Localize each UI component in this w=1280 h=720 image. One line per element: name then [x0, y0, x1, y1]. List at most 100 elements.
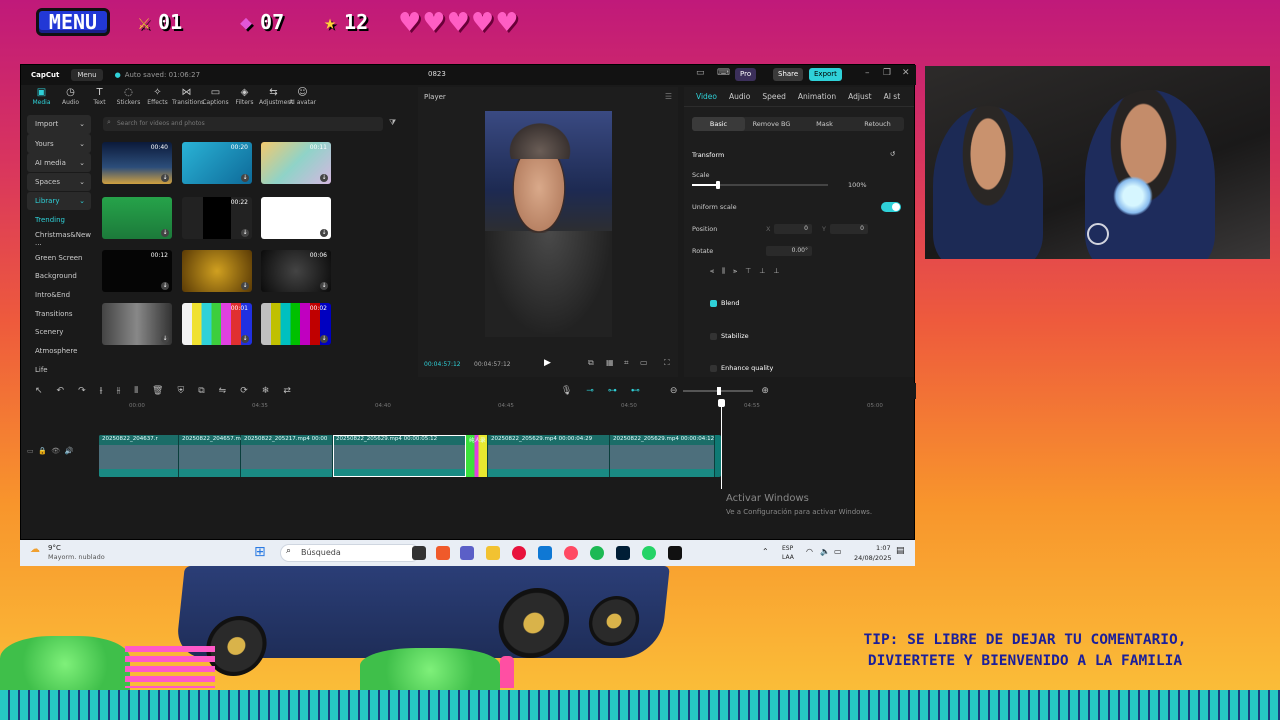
timeline-clip[interactable]: 20250822_204657.m [179, 435, 241, 477]
subtab-retouch[interactable]: Retouch [851, 117, 904, 131]
clock-time[interactable]: 1:07 [876, 544, 891, 552]
align-bottom-icon[interactable]: ⊥ [773, 267, 779, 279]
zoom-out-icon[interactable]: ⊖ [670, 386, 678, 396]
outlook-icon[interactable] [538, 546, 552, 560]
blend-checkbox[interactable] [710, 300, 717, 307]
subtab-basic[interactable]: Basic [692, 117, 745, 131]
link-icon[interactable]: ⊶ [608, 386, 617, 396]
tray-chevron-icon[interactable]: ⌃ [762, 547, 769, 556]
clock-date[interactable]: 24/08/2025 [854, 554, 891, 562]
preview-axis-icon[interactable]: ⊷ [631, 386, 640, 396]
crop-icon[interactable]: ⧉ [588, 358, 594, 368]
tool-adjustment[interactable]: ⇆ Adjustment [259, 87, 293, 109]
main-video-track[interactable]: 20250822_204637.r 20250822_204657.m 202508… [99, 435, 721, 477]
download-icon[interactable]: ↓ [161, 174, 169, 182]
select-tool-icon[interactable]: ↖ [35, 386, 43, 396]
ratio-icon[interactable]: ▭ [640, 358, 648, 367]
timeline-clip[interactable]: 纯人录 [466, 435, 488, 477]
maximize-icon[interactable]: ❐ [883, 68, 891, 78]
tab-ai-style[interactable]: AI st [884, 92, 901, 101]
enhance-label[interactable]: Enhance quality [721, 364, 773, 372]
subtab-mask[interactable]: Mask [798, 117, 851, 131]
undo-icon[interactable]: ↶ [57, 386, 65, 396]
audio-icon[interactable]: 🔊 [65, 447, 74, 455]
align-right-icon[interactable]: ⫸ [733, 267, 737, 279]
media-thumbnail[interactable]: 00:06 ↓ [261, 250, 331, 292]
windows-start-icon[interactable]: ⊞ [254, 544, 266, 560]
sidebar-item-life[interactable]: Life [27, 360, 91, 379]
tool-audio[interactable]: ◷ Audio [56, 87, 85, 109]
teams-icon[interactable] [460, 546, 474, 560]
download-icon[interactable]: ↓ [161, 282, 169, 290]
tab-adjust[interactable]: Adjust [848, 92, 871, 101]
crop-icon[interactable]: ⧉ [198, 386, 204, 396]
wifi-icon[interactable]: ◠ [806, 547, 813, 556]
keyboard-icon[interactable]: ⌨ [717, 68, 730, 78]
menu-dropdown[interactable]: Menu [71, 69, 103, 81]
subtab-remove-bg[interactable]: Remove BG [745, 117, 798, 131]
download-icon[interactable]: ↓ [320, 174, 328, 182]
zoom-in-icon[interactable]: ⊕ [761, 386, 769, 396]
tool-captions[interactable]: ▭ Captions [201, 87, 230, 109]
taskbar-search[interactable]: Búsqueda [280, 544, 420, 562]
align-top-icon[interactable]: ⊤ [745, 267, 751, 279]
download-icon[interactable]: ↓ [241, 229, 249, 237]
playhead[interactable] [718, 399, 725, 489]
sidebar-import[interactable]: Import ⌄ [27, 115, 91, 134]
menu-button[interactable]: MENU [36, 8, 110, 36]
spotify-icon[interactable] [590, 546, 604, 560]
media-thumbnail[interactable]: ↓ [102, 197, 172, 239]
download-icon[interactable]: ↓ [320, 282, 328, 290]
timeline-ruler[interactable]: 00:00 04:35 04:40 04:45 04:50 04:55 05:00 [99, 399, 916, 413]
whatsapp-icon[interactable] [642, 546, 656, 560]
mic-icon[interactable]: 🎙 [561, 386, 572, 396]
sidebar-yours[interactable]: Yours ⌄ [27, 134, 91, 153]
scale-slider-handle[interactable] [716, 181, 720, 189]
opera-icon[interactable] [512, 546, 526, 560]
reverse-icon[interactable]: ⇄ [283, 386, 291, 396]
player-menu-icon[interactable]: ☰ [665, 92, 672, 101]
media-thumbnail[interactable]: ↓ [102, 303, 172, 345]
photoshop-icon[interactable] [616, 546, 630, 560]
tool-ai-avatar[interactable]: ☺ AI avatar [288, 87, 317, 109]
split-left-icon[interactable]: ⫳ [117, 386, 121, 396]
volume-icon[interactable]: 🔈 [820, 547, 830, 556]
tool-transitions[interactable]: ⋈ Transitions [172, 87, 204, 109]
mirror-icon[interactable]: ⇋ [219, 386, 227, 396]
zoom-slider[interactable] [683, 387, 754, 395]
capcut-taskbar-icon[interactable] [668, 546, 682, 560]
split-icon[interactable]: ⫲ [100, 386, 103, 396]
tool-filters[interactable]: ◈ Filters [230, 87, 259, 109]
explorer-icon[interactable] [486, 546, 500, 560]
download-icon[interactable]: ↓ [320, 229, 328, 237]
tab-animation[interactable]: Animation [798, 92, 836, 101]
sidebar-item-intro-end[interactable]: Intro&End [27, 286, 91, 305]
enhance-checkbox[interactable] [710, 365, 717, 372]
blend-label[interactable]: Blend [721, 299, 740, 307]
focus-icon[interactable]: ⌗ [624, 358, 629, 368]
cover-icon[interactable]: ▭ [27, 447, 34, 455]
sidebar-library[interactable]: Library ⌄ [27, 191, 91, 211]
lock-icon[interactable]: 🔒 [38, 447, 47, 455]
media-thumbnail[interactable]: ↓ [261, 197, 331, 239]
media-thumbnail[interactable]: 00:22 ↓ [182, 197, 252, 239]
scale-value[interactable]: 100% [848, 181, 867, 189]
sidebar-item-atmosphere[interactable]: Atmosphere [27, 342, 91, 361]
stabilize-checkbox[interactable] [710, 333, 717, 340]
rotate-icon[interactable]: ⟳ [240, 386, 248, 396]
media-thumbnail[interactable]: ↓ [182, 250, 252, 292]
scale-slider[interactable] [692, 181, 828, 189]
weather-icon[interactable]: ☁ [30, 544, 40, 555]
sidebar-item-background[interactable]: Background [27, 267, 91, 286]
tab-video[interactable]: Video [696, 92, 717, 101]
download-icon[interactable]: ↓ [241, 282, 249, 290]
uniform-scale-toggle[interactable] [881, 202, 901, 212]
share-button[interactable]: Share [773, 68, 804, 81]
timeline-clip[interactable]: 20250822_205629.mp4 00:00:04:12 [610, 435, 715, 477]
split-right-icon[interactable]: ⫴ [134, 386, 138, 396]
delete-icon[interactable]: 🗑 [152, 386, 163, 396]
stabilize-label[interactable]: Stabilize [721, 332, 749, 340]
sidebar-spaces[interactable]: Spaces ⌄ [27, 172, 91, 192]
brave-icon[interactable] [436, 546, 450, 560]
download-icon[interactable]: ↓ [161, 335, 169, 343]
